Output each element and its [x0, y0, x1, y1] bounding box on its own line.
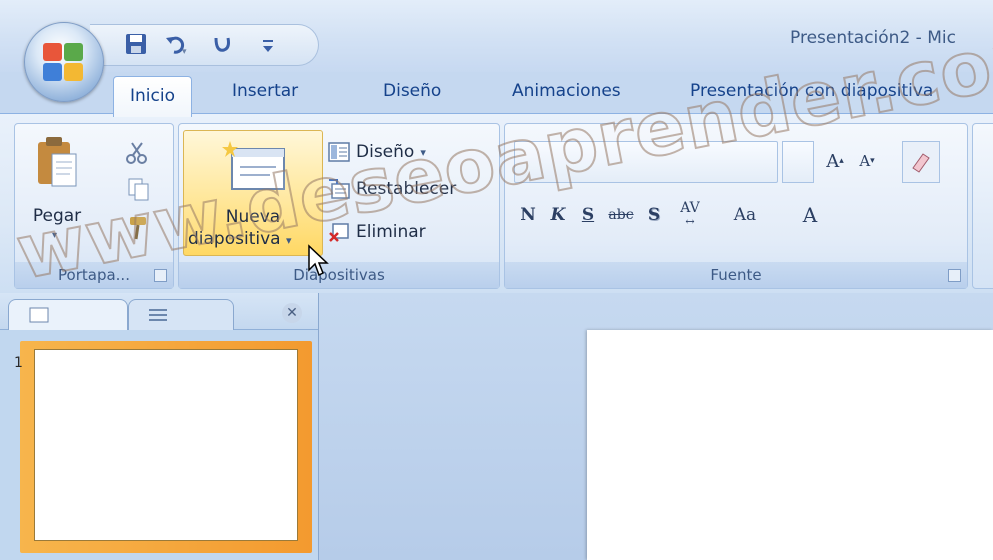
outline-tab-icon — [149, 309, 167, 321]
bold-button[interactable]: N — [514, 196, 542, 234]
mouse-cursor-icon — [307, 244, 329, 278]
slides-tab-icon — [29, 307, 49, 323]
undo-icon[interactable]: ▾ — [162, 29, 192, 59]
close-panel-icon[interactable]: ✕ — [282, 303, 302, 323]
svg-text:▾: ▾ — [182, 47, 187, 56]
change-case-button[interactable]: Aa — [724, 196, 766, 234]
font-launcher-icon[interactable] — [948, 269, 961, 282]
powerpoint-window: ▾ Presentación2 - Mic Inicio Insertar Di… — [0, 0, 993, 560]
slides-outline-panel: ✕ 1 — [0, 293, 319, 560]
tab-insertar[interactable]: Insertar — [232, 81, 298, 101]
char-spacing-button[interactable]: AV ↔ — [672, 196, 708, 234]
paragraph-group — [972, 123, 993, 289]
char-spacing-label: AV — [680, 200, 700, 216]
italic-button[interactable]: K — [544, 196, 572, 234]
tab-inicio[interactable]: Inicio — [113, 76, 192, 117]
paste-icon — [36, 136, 78, 188]
strikethrough-button[interactable]: abc — [604, 196, 638, 234]
font-color-button[interactable]: A — [790, 196, 830, 234]
clear-format-icon[interactable] — [902, 141, 940, 183]
office-logo-icon — [43, 43, 83, 81]
redo-icon[interactable] — [208, 29, 238, 59]
slides-group-label: Diapositivas — [179, 262, 499, 288]
tab-slides[interactable] — [8, 299, 128, 330]
grow-font-icon[interactable]: A ▴ — [820, 141, 850, 181]
office-button[interactable] — [24, 22, 104, 102]
save-icon[interactable] — [122, 29, 150, 59]
quick-access-toolbar: ▾ — [90, 24, 319, 66]
current-slide[interactable] — [587, 330, 993, 560]
char-spacing-arrow-icon: ↔ — [685, 215, 695, 228]
tab-diseno[interactable]: Diseño — [383, 81, 441, 101]
tab-outline[interactable] — [128, 299, 234, 330]
shadow-button[interactable]: S — [640, 196, 668, 234]
slide-thumbnail[interactable] — [34, 349, 298, 541]
panel-tabs: ✕ — [0, 293, 318, 330]
underline-button[interactable]: S — [574, 196, 602, 234]
cut-icon[interactable] — [124, 140, 150, 166]
customize-icon[interactable] — [258, 31, 278, 61]
shrink-font-icon[interactable]: A ▾ — [852, 141, 882, 181]
font-group-label: Fuente — [505, 262, 967, 288]
slide-number: 1 — [14, 355, 23, 371]
